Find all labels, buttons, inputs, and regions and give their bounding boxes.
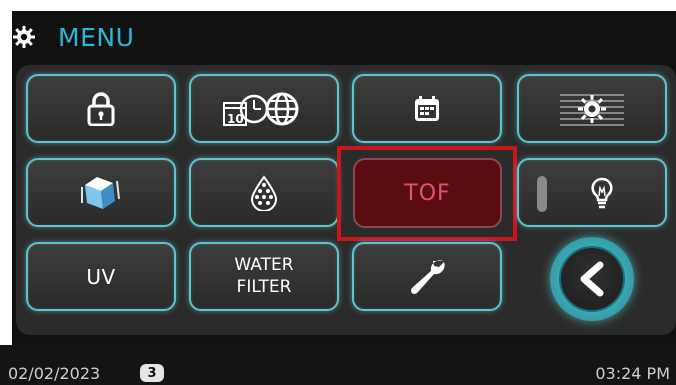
water-filter-button[interactable]: WATER FILTER xyxy=(189,242,339,311)
light-level-bar xyxy=(537,176,547,212)
dispense-button[interactable] xyxy=(189,158,339,227)
calendar-clock-globe-icon: 10 xyxy=(223,92,299,126)
water-drop-icon xyxy=(250,174,278,211)
wrench-icon xyxy=(410,259,445,294)
notification-badge: 3 xyxy=(140,364,164,382)
light-button[interactable] xyxy=(517,158,667,227)
lock-icon xyxy=(87,91,115,126)
water-filter-label-line1: WATER xyxy=(234,255,294,276)
date-time-button[interactable]: 10 xyxy=(189,74,339,143)
gear-icon xyxy=(13,26,35,48)
calendar-button[interactable] xyxy=(352,74,502,143)
page-title: MENU xyxy=(58,22,135,52)
status-time: 03:24 PM xyxy=(595,364,670,383)
back-button[interactable] xyxy=(550,237,634,321)
display-settings-button[interactable] xyxy=(517,74,667,143)
service-button[interactable] xyxy=(352,242,502,311)
status-date: 02/02/2023 xyxy=(8,364,101,383)
header: MENU xyxy=(12,19,134,55)
lock-button[interactable] xyxy=(26,74,176,143)
water-filter-label-line2: FILTER xyxy=(236,276,292,297)
uv-label: UV xyxy=(86,264,116,289)
uv-button[interactable]: UV xyxy=(26,242,176,311)
water-filter-label: WATER FILTER xyxy=(234,255,293,298)
brightness-settings-icon xyxy=(560,93,624,126)
ice-button[interactable] xyxy=(26,158,176,227)
light-bulb-icon xyxy=(591,177,613,208)
back-button-face xyxy=(559,246,625,312)
back-chevron-icon xyxy=(580,261,604,297)
tof-button[interactable]: TOF xyxy=(353,158,502,228)
calendar-icon xyxy=(415,95,439,121)
ice-cube-icon xyxy=(81,176,120,209)
tof-label: TOF xyxy=(404,180,451,206)
status-bar xyxy=(0,345,676,385)
